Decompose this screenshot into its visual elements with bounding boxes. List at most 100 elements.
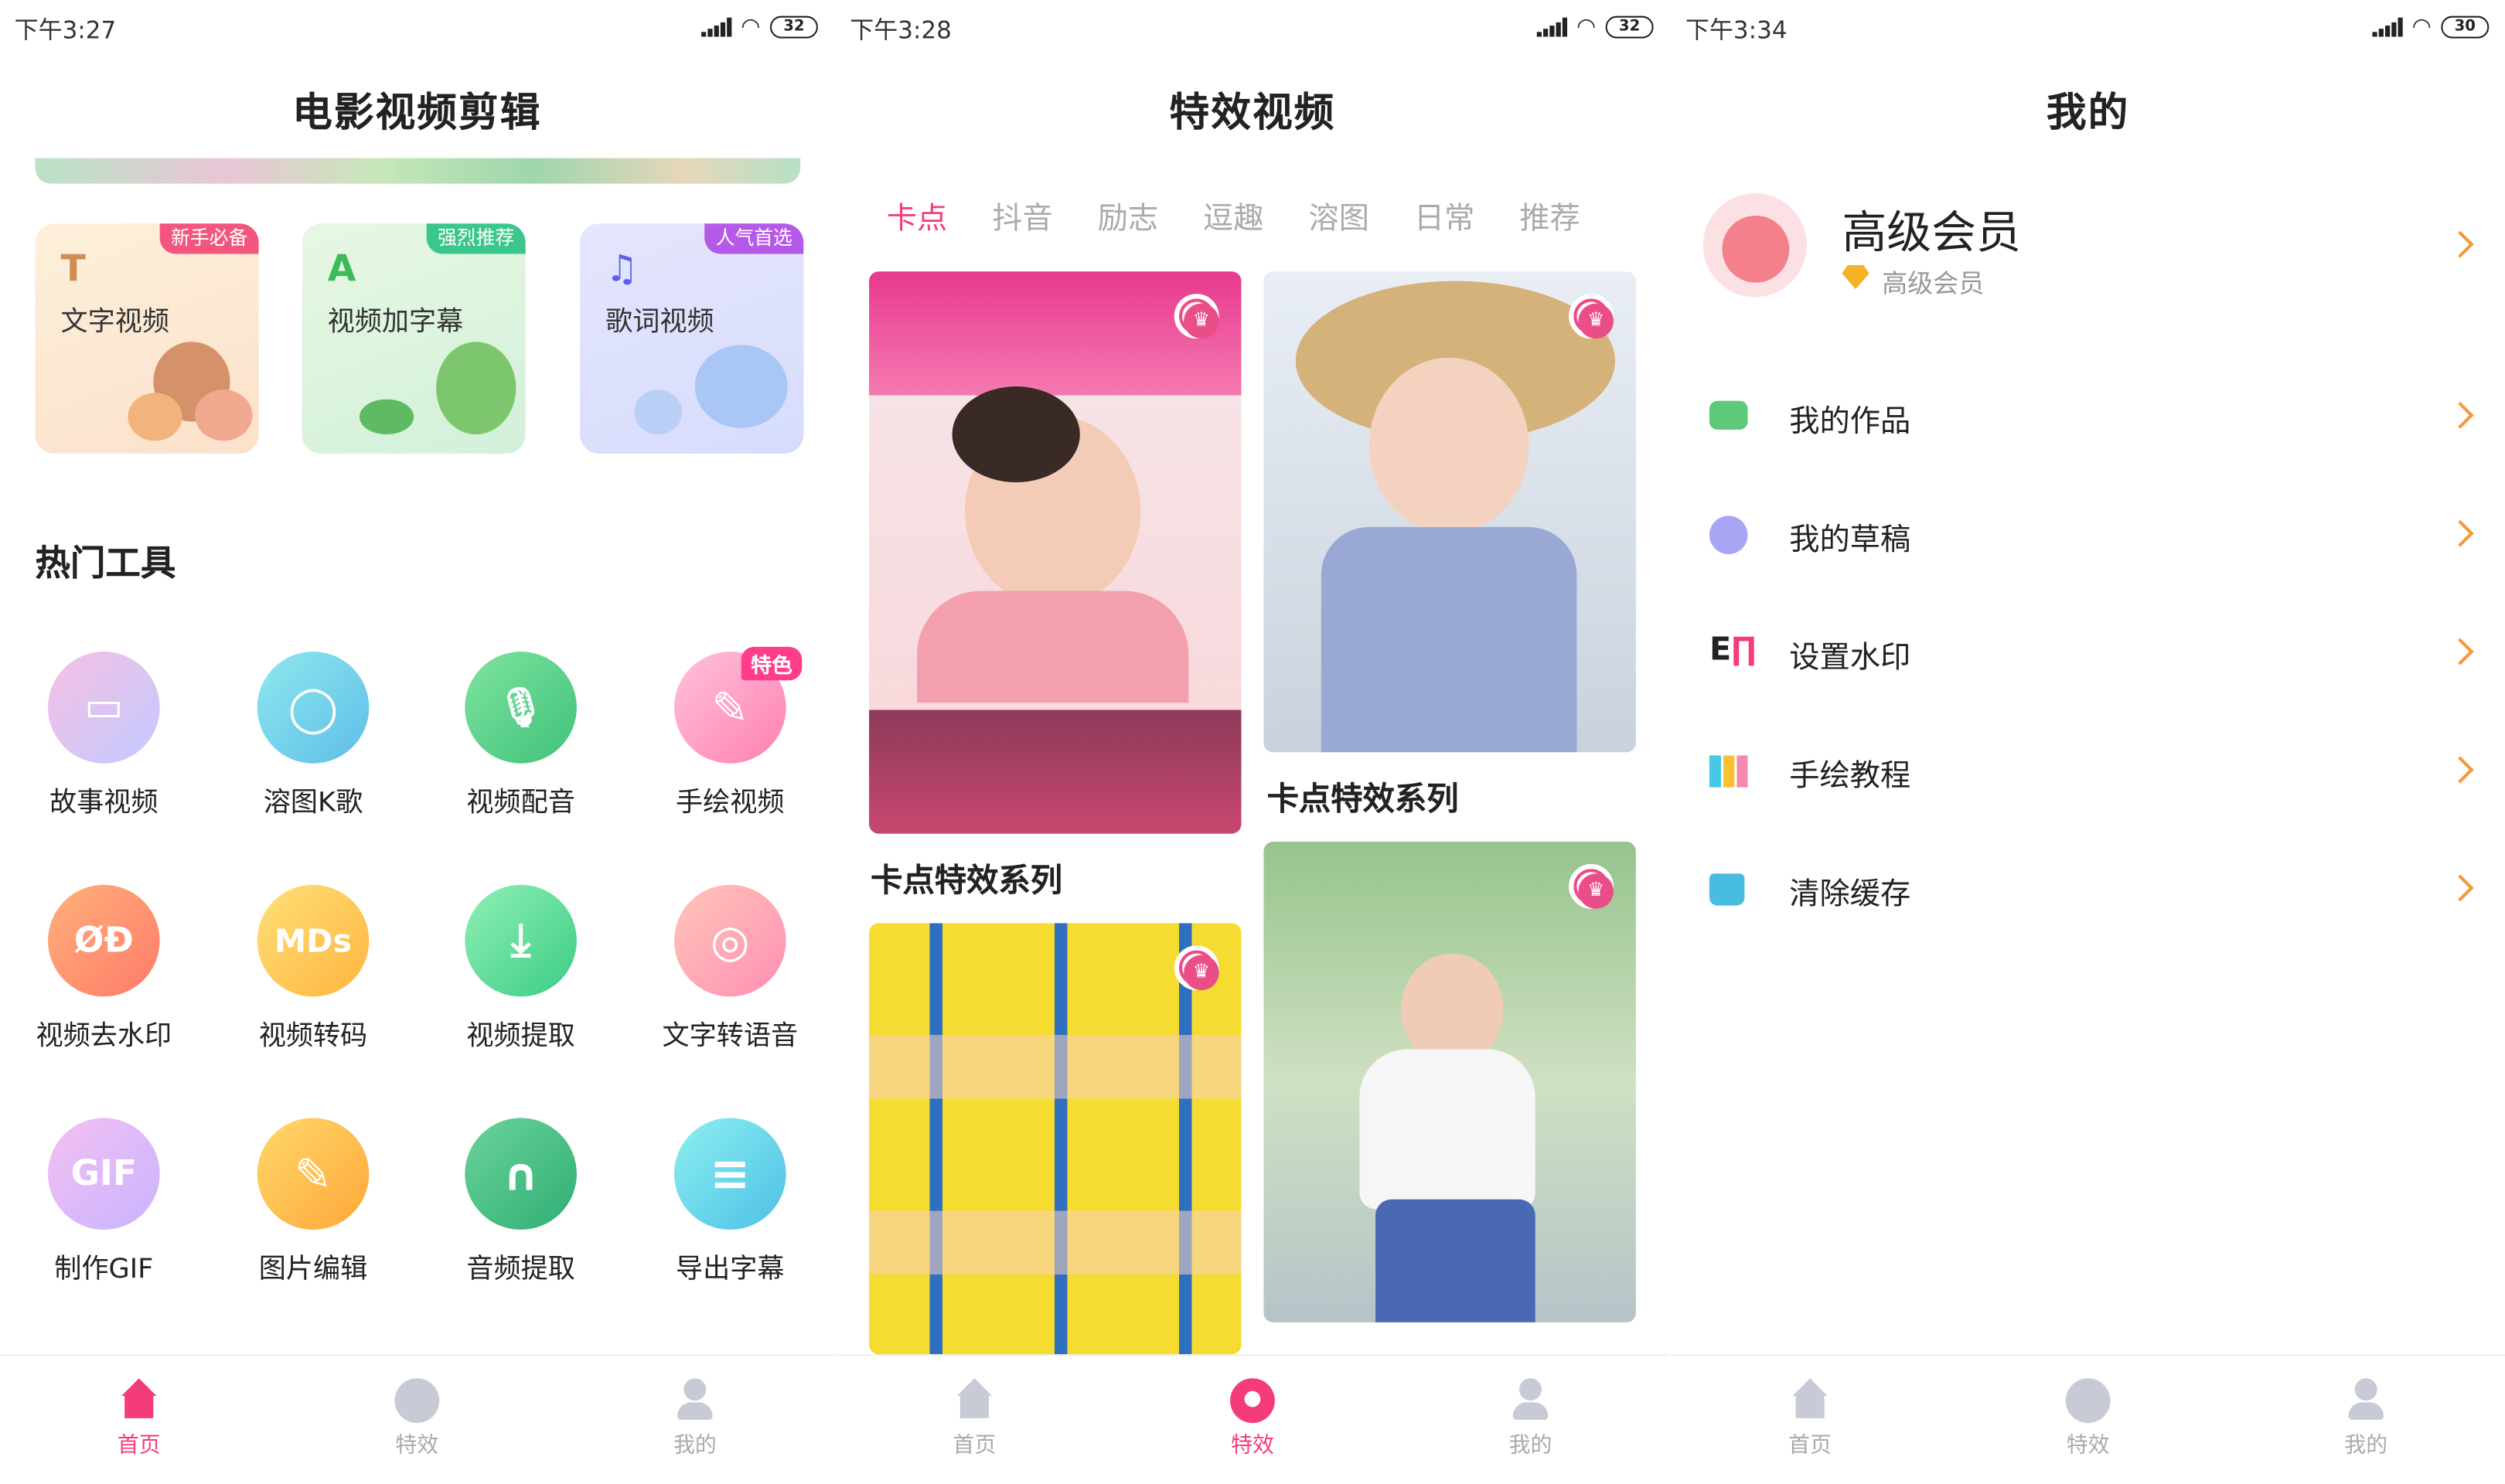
gif-icon: GIF	[47, 1118, 160, 1230]
banner-image[interactable]	[35, 158, 801, 184]
tool-dubbing[interactable]: 🎙 视频配音	[425, 652, 617, 819]
tab-douqu[interactable]: 逗趣	[1203, 195, 1264, 238]
tool-label: 故事视频	[49, 787, 158, 820]
mic-icon: 🎙	[465, 652, 577, 764]
nav-home[interactable]: 首页	[75, 1378, 203, 1458]
status-bar: 下午3:27 ◠ 32	[0, 0, 834, 54]
tool-tts[interactable]: ◎ 文字转语音	[634, 884, 826, 1053]
menu-row-watermark[interactable]: E∏ 设置水印	[1671, 625, 2505, 689]
video-camera-icon	[1709, 400, 1748, 430]
nav-home[interactable]: 首页	[1746, 1378, 1873, 1458]
status-time: 下午3:27	[14, 15, 117, 45]
nav-home[interactable]: 首页	[911, 1378, 1038, 1458]
tab-rongtu[interactable]: 溶图	[1308, 195, 1369, 238]
tab-tuijian[interactable]: 推荐	[1519, 195, 1580, 238]
tab-douyin[interactable]: 抖音	[992, 195, 1053, 238]
feature-tag: 人气首选	[704, 223, 804, 254]
feature-label: 文字视频	[60, 306, 170, 339]
avatar[interactable]	[1702, 193, 1807, 298]
wifi-icon: ◠	[741, 14, 761, 40]
tool-label: 视频配音	[466, 787, 575, 820]
clean-icon	[1709, 873, 1745, 906]
wifi-icon: ◠	[2411, 14, 2432, 40]
list-icon: ≡	[673, 1118, 786, 1230]
effect-card-image[interactable]: ♛	[1263, 841, 1636, 1322]
person-icon	[2343, 1378, 2388, 1423]
books-icon	[1709, 755, 1748, 788]
vip-crown-icon: ♛	[1174, 945, 1219, 991]
feature-card-subtitle[interactable]: 强烈推荐 A 视频加字幕	[302, 223, 526, 454]
effect-card-image[interactable]: ♛	[869, 271, 1242, 834]
tool-extract-audio[interactable]: ∩ 音频提取	[425, 1118, 617, 1285]
feature-tag: 强烈推荐	[426, 223, 526, 254]
nav-mine[interactable]: 我的	[631, 1378, 758, 1458]
status-time: 下午3:34	[1685, 15, 1788, 45]
menu-row-tutorial[interactable]: 手绘教程	[1671, 743, 2505, 807]
tool-label: 视频提取	[466, 1020, 575, 1053]
mds-icon: MDs	[257, 884, 370, 997]
nav-mine[interactable]: 我的	[1467, 1378, 1594, 1458]
section-title: 热门工具	[35, 544, 176, 585]
tool-export-subtitle[interactable]: ≡ 导出字幕	[634, 1118, 826, 1285]
tool-remove-watermark[interactable]: ØĐ 视频去水印	[8, 884, 199, 1053]
effects-screen: 下午3:28 ◠ 32 特效视频 卡点 抖音 励志 逗趣 溶图 日常 推荐 ♛ …	[835, 0, 1670, 1484]
tool-extract-video[interactable]: ⤓ 视频提取	[425, 884, 617, 1053]
status-bar: 下午3:28 ◠ 32	[836, 0, 1670, 54]
vip-crown-icon: ♛	[1174, 294, 1219, 339]
tool-label: 视频去水印	[36, 1020, 172, 1053]
effect-card-image[interactable]: ♛	[1263, 271, 1636, 753]
category-tabs: 卡点 抖音 励志 逗趣 溶图 日常 推荐	[887, 195, 1580, 238]
effect-card-image[interactable]: ♛	[869, 923, 1242, 1355]
letter-a-icon: A	[327, 249, 356, 291]
page-title: 我的	[2046, 89, 2130, 136]
card-title: 卡点特效系列	[1266, 779, 1459, 818]
tree-decoration	[436, 342, 516, 435]
nav-effects[interactable]: 特效	[353, 1378, 481, 1458]
home-screen: 下午3:27 ◠ 32 电影视频剪辑 新手必备 T 文字视频 强烈推荐 A 视频…	[0, 0, 834, 1484]
tool-label: 导出字幕	[676, 1254, 785, 1286]
tool-image-edit[interactable]: ✎ 图片编辑	[217, 1118, 409, 1285]
tool-label: 图片编辑	[258, 1254, 368, 1286]
tool-hand-drawn[interactable]: ✎ 特色 手绘视频	[634, 646, 826, 819]
wifi-icon: ◠	[1576, 14, 1597, 40]
nav-mine[interactable]: 我的	[2302, 1378, 2430, 1458]
portrait-photo	[1401, 953, 1504, 1066]
effects-icon	[2065, 1378, 2111, 1424]
battery-icon: 32	[1605, 15, 1654, 39]
tab-lizhi[interactable]: 励志	[1098, 195, 1159, 238]
nav-effects[interactable]: 特效	[1188, 1378, 1316, 1458]
menu-row-clear-cache[interactable]: 清除缓存	[1671, 861, 2505, 925]
tool-make-gif[interactable]: GIF 制作GIF	[8, 1118, 199, 1285]
tool-label: 音频提取	[466, 1254, 575, 1286]
feature-card-lyrics[interactable]: 人气首选 ♫ 歌词视频	[580, 223, 804, 454]
no-video-icon: ØĐ	[47, 884, 160, 997]
music-note-icon: ♫	[605, 249, 639, 291]
headphone-icon: ∩	[465, 1118, 577, 1230]
tab-richang[interactable]: 日常	[1414, 195, 1475, 238]
voice-icon: ◎	[673, 884, 786, 997]
chevron-right-icon	[2446, 874, 2474, 902]
bottom-nav: 首页 特效 我的	[0, 1354, 834, 1484]
chat-icon: ◯	[257, 652, 370, 764]
feature-tag: 新手必备	[159, 223, 259, 254]
tool-transcode[interactable]: MDs 视频转码	[217, 884, 409, 1053]
text-t-icon: T	[60, 249, 86, 291]
vip-crown-icon: ♛	[1569, 294, 1614, 339]
user-name: 高级会员	[1842, 206, 2021, 259]
watermark-icon: E∏	[1709, 629, 1757, 668]
chevron-right-icon	[2446, 401, 2474, 429]
tool-story-video[interactable]: ▭ 故事视频	[8, 652, 199, 819]
nav-effects[interactable]: 特效	[2024, 1378, 2152, 1458]
menu-row-drafts[interactable]: 我的草稿	[1671, 506, 2505, 570]
bottom-nav: 首页 特效 我的	[1671, 1354, 2505, 1484]
chevron-right-icon[interactable]	[2446, 230, 2474, 258]
menu-row-works[interactable]: 我的作品	[1671, 388, 2505, 452]
mine-screen: 下午3:34 ◠ 30 我的 高级会员 高级会员 我的作品 我的草稿 E∏ 设置…	[1671, 0, 2505, 1484]
feature-card-text-video[interactable]: 新手必备 T 文字视频	[35, 223, 259, 454]
tool-karaoke[interactable]: ◯ 溶图K歌	[217, 652, 409, 819]
tab-kadian[interactable]: 卡点	[887, 195, 948, 238]
home-icon	[953, 1378, 997, 1423]
person-icon	[1508, 1378, 1553, 1423]
effects-icon	[394, 1378, 440, 1424]
special-badge: 特色	[741, 646, 803, 681]
